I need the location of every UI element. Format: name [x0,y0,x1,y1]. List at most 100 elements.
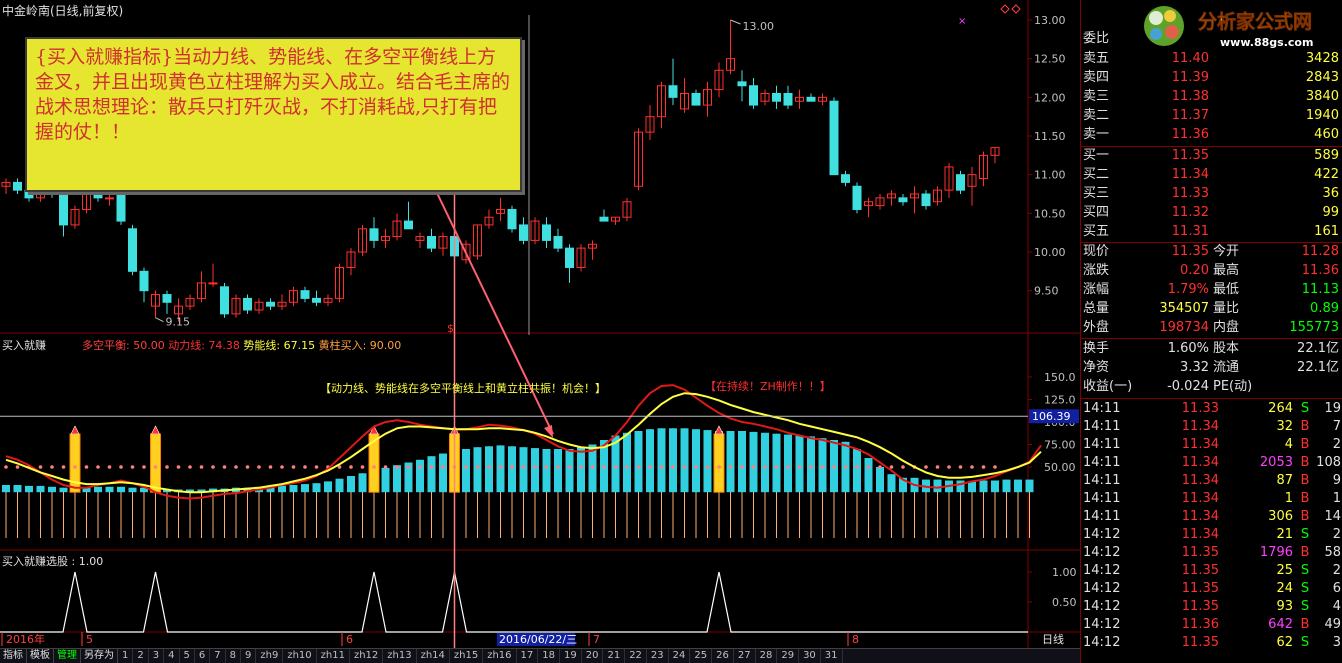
balance-dot [705,465,710,469]
indicator-slot-tab[interactable]: 17 [517,649,539,663]
bottom-tab[interactable]: 指标 [0,649,27,663]
volume-bar [416,459,424,493]
indicator-slot-tab[interactable]: 27 [734,649,756,663]
candle-body [105,197,114,200]
stat-value: 11.36 [1301,263,1339,278]
balance-dot [268,465,273,469]
balance-dot [107,465,112,469]
balance-dot [590,465,595,469]
volume-bar [36,485,45,493]
indicator-slot-tab[interactable]: 23 [647,649,669,663]
tick-row: 14:11 11.34 2053 B 108 [1081,454,1342,472]
bid-label: 买二 [1083,167,1110,182]
ask-price: 11.38 [1171,89,1209,104]
balance-dot [613,465,618,469]
balance-dot [245,465,250,469]
indicator-slot-tab[interactable]: zh11 [317,649,350,663]
indicator-slot-tab[interactable]: 21 [603,649,626,663]
balance-dot [774,465,779,469]
volume-bar [485,446,493,493]
stat-label: 净资 [1083,360,1110,375]
stat-value: 1.79% [1167,282,1209,297]
balance-dot [740,465,744,469]
indicator-slot-tab[interactable]: 31 [821,649,843,663]
tick-price: 11.34 [1181,473,1219,488]
indicator-slot-tab[interactable]: 30 [799,649,821,663]
bid-label: 买三 [1083,186,1110,201]
date-cursor-label: 2016/06/22/三 [499,633,577,646]
ask-price: 11.40 [1171,51,1209,66]
indicator-slot-tab[interactable]: 26 [712,649,734,663]
indicator-slot-tab[interactable]: zh14 [417,649,450,663]
ask-volume: 1940 [1305,108,1339,123]
volume-bar [749,431,758,493]
balance-dot [303,465,307,469]
bottom-tab[interactable]: 另存为 [81,649,118,663]
tick-count: 1 [1332,491,1341,506]
balance-dot [314,465,319,469]
indicator-slot-tab[interactable]: zh15 [450,649,484,663]
stat-value: 1.60% [1167,341,1209,356]
yellow-buy-bar [713,433,725,493]
indicator-slot-tab[interactable]: 1 [118,649,134,663]
indicator-slot-tab[interactable]: zh13 [383,649,417,663]
candle-body [312,297,321,303]
marker-icon: $ [447,322,454,335]
indicator-slot-tab[interactable]: 18 [538,649,560,663]
indicator-slot-tab[interactable]: 19 [560,649,582,663]
bottom-tab[interactable]: 模板 [27,649,54,663]
tick-side: B [1300,545,1310,560]
indicator-slot-tab[interactable]: 22 [625,649,647,663]
tick-volume: 24 [1276,581,1293,596]
tick-side: B [1300,437,1310,452]
indicator-slot-tab[interactable]: 4 [164,649,180,663]
indicator-slot-tab[interactable]: 2 [133,649,149,663]
volume-bar [462,449,470,493]
volume-bar [657,428,666,493]
volume-bar [726,431,735,493]
indicator-slot-tab[interactable]: 20 [582,649,604,663]
balance-dot [50,465,54,469]
indicator-slot-tab[interactable]: 6 [195,649,211,663]
bid-price: 11.31 [1171,224,1209,239]
stat-label: 最低 [1213,282,1240,297]
indicator-slot-tab[interactable]: 9 [241,649,257,663]
stat-value: 11.13 [1301,282,1339,297]
stat-value: 198734 [1159,320,1209,335]
yellow-buy-bar [150,433,161,493]
bid-row: 买五 11.31 161 [1081,223,1342,241]
stat-row: 外盘 198734 内盘 155773 [1081,319,1342,337]
tick-time: 14:12 [1083,563,1121,578]
volume-bar [25,485,33,493]
indicator-slot-tab[interactable]: 8 [226,649,241,663]
indicator-slot-tab[interactable]: 5 [180,649,195,663]
indicator-slot-tab[interactable]: zh9 [256,649,284,663]
indicator-slot-tab[interactable]: zh10 [283,649,317,663]
diamond-icon [1000,4,1010,14]
indicator-slot-tab[interactable]: 25 [690,649,713,663]
indicator-slot-tab[interactable]: 29 [777,649,800,663]
stat-row: 换手 1.60% 股本 22.1亿 [1081,340,1342,358]
bottom-tab[interactable]: 管理 [54,649,81,663]
indicator-slot-tab[interactable]: 28 [756,649,778,663]
stat-value: 3.32 [1180,360,1209,375]
indicator-slot-tab[interactable]: zh12 [350,649,384,663]
ask-label: 卖五 [1083,51,1110,66]
volume-bar [94,486,102,493]
candle-body [116,193,126,222]
balance-dot [211,465,215,469]
price-tick-label: 11.00 [1034,169,1066,182]
indicator-slot-tab[interactable]: 24 [669,649,691,663]
indicator-slot-tab[interactable]: 7 [210,649,226,663]
tick-side: S [1300,527,1310,542]
indicator-tick-label: 125.0 [1044,394,1076,407]
balance-dot [199,465,204,469]
volume-bar [979,480,988,493]
balance-dot [889,465,894,469]
indicator-slot-tab[interactable]: zh16 [483,649,517,663]
balance-dot [441,465,445,469]
tick-side: B [1300,419,1310,434]
stat-value: 22.1亿 [1297,341,1339,356]
balance-dot [234,465,238,469]
indicator-slot-tab[interactable]: 3 [149,649,165,663]
